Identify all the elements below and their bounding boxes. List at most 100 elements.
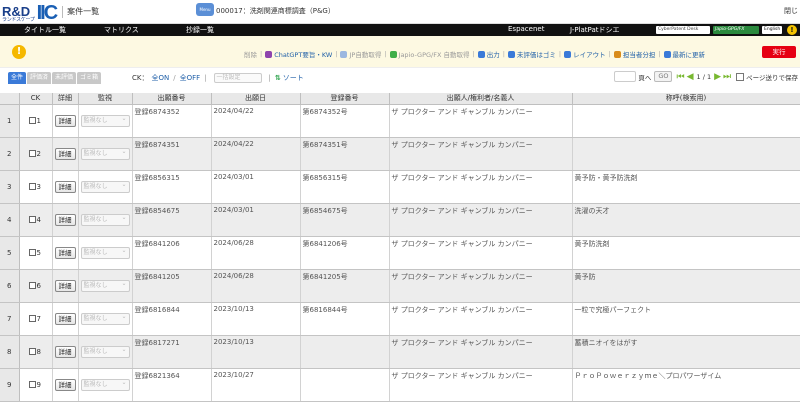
tab-evaluated[interactable]: 評価済 [27, 72, 52, 84]
column-header[interactable]: 監視 [78, 93, 133, 105]
toolbar-action[interactable]: 担当者分担 [613, 49, 655, 59]
detail-button[interactable]: 詳細 [54, 114, 76, 127]
watch-status-select[interactable]: 監視なし [80, 312, 130, 325]
case-menu-icon[interactable]: Menu [196, 3, 214, 16]
tab-unevaluated[interactable]: 未評価 [52, 72, 77, 84]
toolbar-action-label: ChatGPT要旨・KW [274, 51, 333, 59]
check-all-off-link[interactable]: 全OFF [180, 73, 201, 83]
toolbar-action[interactable]: JP自動取得 [340, 49, 381, 59]
detail-button[interactable]: 詳細 [54, 213, 76, 226]
watch-status-select[interactable]: 監視なし [80, 378, 130, 391]
toolbar-actions: 削除 | ChatGPT要旨・KW | JP自動取得 | Japio-GPG/FX 自動取得… [244, 49, 708, 59]
table-row[interactable]: 2 2 詳細監視なし登録68743512024/04/22第6874351号ザ プロ… [0, 137, 800, 171]
detail-button[interactable]: 詳細 [54, 279, 76, 292]
watch-status-select[interactable]: 監視なし [80, 147, 130, 160]
japio-badge[interactable]: Japio-GPG/FX [713, 26, 759, 34]
last-page-icon[interactable]: ⏭ [723, 72, 731, 82]
table-row[interactable]: 3 3 詳細監視なし登録68563152024/03/01第6856315号ザ プロ… [0, 170, 800, 204]
row-checkbox[interactable] [28, 150, 36, 157]
row-check-cell: 5 [19, 236, 53, 270]
registration-number: 第6816844号 [300, 302, 390, 336]
first-page-icon[interactable]: ⏮ [676, 72, 684, 82]
toolbar-divider: | [335, 50, 338, 58]
english-badge[interactable]: English [762, 26, 782, 34]
detail-button[interactable]: 詳細 [54, 345, 76, 358]
go-button[interactable]: GO [654, 71, 673, 82]
row-checkbox[interactable] [28, 183, 36, 190]
row-number: 7 [0, 302, 20, 336]
page-number-input[interactable] [614, 71, 637, 82]
row-checkbox[interactable] [28, 117, 36, 124]
watch-status-select[interactable]: 監視なし [80, 246, 130, 259]
prev-page-icon[interactable]: ◀ [687, 72, 694, 82]
trademark-reading [572, 104, 800, 138]
column-header[interactable]: 詳細 [52, 93, 79, 105]
menu-matrix[interactable]: マトリクス [104, 25, 139, 35]
detail-button[interactable]: 詳細 [54, 180, 76, 193]
menu-abstract-list[interactable]: 抄録一覧 [186, 25, 214, 35]
column-header[interactable]: 称呼(検索用) [572, 93, 800, 105]
column-header[interactable]: CK [19, 93, 53, 105]
row-checkbox[interactable] [28, 216, 36, 223]
watch-status-select[interactable]: 監視なし [80, 180, 130, 193]
column-header[interactable]: 登録番号 [300, 93, 390, 105]
menu-jplatpat[interactable]: J-PlatPatドシエ [570, 25, 619, 35]
table-row[interactable]: 1 1 詳細監視なし登録68743522024/04/22第6874352号ザ プロ… [0, 104, 800, 138]
menu-espacenet[interactable]: Espacenet [508, 25, 544, 33]
registration-number [300, 335, 390, 369]
watch-status-select[interactable]: 監視なし [80, 279, 130, 292]
watch-status-select[interactable]: 監視なし [80, 345, 130, 358]
table-row[interactable]: 6 6 詳細監視なし登録68412052024/06/28第6841205号ザ プロ… [0, 269, 800, 303]
table-row[interactable]: 5 5 詳細監視なし登録68412062024/06/28第6841206号ザ プロ… [0, 236, 800, 270]
bulk-setting-select[interactable]: 一括設定 [213, 73, 262, 83]
watch-cell: 監視なし [78, 170, 133, 204]
app-logo[interactable]: R&D ランドスケープ IIC [2, 1, 58, 23]
toolbar-action[interactable]: Japio-GPG/FX 自動取得 [389, 49, 470, 59]
tab-all[interactable]: 全件 [8, 72, 27, 84]
row-checkbox[interactable] [28, 315, 36, 322]
detail-button[interactable]: 詳細 [54, 147, 76, 160]
column-header[interactable]: 出願番号 [132, 93, 212, 105]
execute-button[interactable]: 実行 [762, 46, 796, 58]
toolbar-action[interactable]: ChatGPT要旨・KW [265, 49, 332, 59]
toolbar-action[interactable]: 最新に更新 [663, 49, 705, 59]
row-checkbox[interactable] [28, 249, 36, 256]
row-checkbox[interactable] [28, 282, 36, 289]
applicant-name: ザ プロクター アンド ギャンブル カンパニー [389, 269, 573, 303]
next-page-icon[interactable]: ▶ [714, 72, 721, 82]
detail-button[interactable]: 詳細 [54, 246, 76, 259]
sort-link[interactable]: ソート [283, 73, 304, 83]
application-date: 2023/10/13 [211, 335, 301, 369]
application-number: 登録6821364 [132, 368, 212, 402]
detail-button[interactable]: 詳細 [54, 378, 76, 391]
toolbar-action[interactable]: レイアウト [564, 49, 606, 59]
save-on-page-checkbox[interactable] [736, 72, 745, 81]
info-icon[interactable]: ! [787, 25, 797, 35]
watch-status-select[interactable]: 監視なし [80, 114, 130, 127]
close-link[interactable]: 閉じ [784, 6, 798, 16]
toolbar-divider: | [472, 50, 475, 58]
row-check-number: 9 [36, 380, 41, 389]
table-row[interactable]: 7 7 詳細監視なし登録68168442023/10/13第6816844号ザ プロ… [0, 302, 800, 336]
row-checkbox[interactable] [28, 381, 36, 388]
toolbar-action[interactable]: 削除 [244, 49, 257, 59]
column-header[interactable]: 出願日 [211, 93, 301, 105]
check-all-on-link[interactable]: 全ON [151, 73, 169, 83]
row-checkbox[interactable] [28, 348, 36, 355]
detail-button[interactable]: 詳細 [54, 312, 76, 325]
toolbar-action[interactable]: 未評価はゴミ [507, 49, 556, 59]
application-number: 登録6841205 [132, 269, 212, 303]
row-check-cell: 6 [19, 269, 53, 303]
column-header[interactable]: 出願人/権利者/名義人 [389, 93, 573, 105]
watch-status-select[interactable]: 監視なし [80, 213, 130, 226]
tab-trash[interactable]: ゴミ箱 [77, 72, 102, 84]
table-row[interactable]: 8 8 詳細監視なし登録68172712023/10/13 ザ プロクター アンド ギ… [0, 335, 800, 369]
registration-number: 第6854675号 [300, 203, 390, 237]
registration-number [300, 368, 390, 402]
menu-title-list[interactable]: タイトル一覧 [24, 25, 66, 35]
cyberpatent-badge[interactable]: CyberPatent Desk [656, 26, 710, 34]
registration-number: 第6874352号 [300, 104, 390, 138]
toolbar-action[interactable]: 出力 [477, 49, 500, 59]
table-row[interactable]: 9 9 詳細監視なし登録68213642023/10/27 ザ プロクター アンド ギ… [0, 368, 800, 402]
table-row[interactable]: 4 4 詳細監視なし登録68546752024/03/01第6854675号ザ プロ… [0, 203, 800, 237]
